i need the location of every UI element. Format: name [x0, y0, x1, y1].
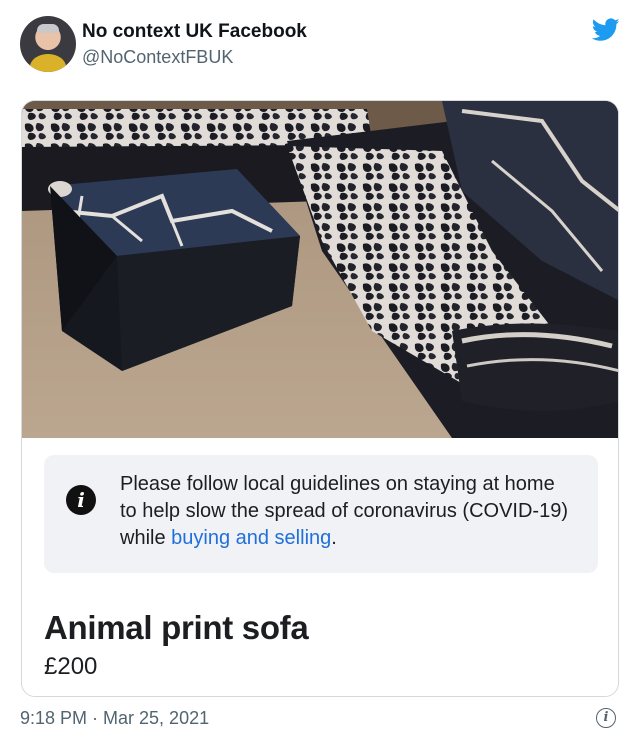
listing-price: £200	[44, 653, 98, 680]
tweet-timestamp[interactable]: 9:18 PM · Mar 25, 2021	[20, 708, 209, 729]
buying-selling-link[interactable]: buying and selling	[171, 527, 331, 549]
notice-end: .	[331, 527, 337, 549]
avatar[interactable]	[20, 16, 76, 72]
covid-notice: i Please follow local guidelines on stay…	[44, 455, 598, 573]
listing-title: Animal print sofa	[44, 609, 309, 646]
twitter-bird-icon[interactable]	[592, 18, 620, 42]
sofa-photo-illustration	[22, 101, 618, 438]
user-handle[interactable]: @NoContextFBUK	[82, 47, 233, 68]
notice-text: Please follow local guidelines on stayin…	[120, 471, 576, 552]
info-circle-icon[interactable]: i	[596, 708, 616, 728]
listing-photo[interactable]	[22, 101, 618, 438]
display-name[interactable]: No context UK Facebook	[82, 21, 307, 43]
info-icon: i	[66, 485, 96, 515]
tweet-header: No context UK Facebook @NoContextFBUK	[20, 16, 620, 74]
marketplace-listing-card[interactable]: i Please follow local guidelines on stay…	[21, 100, 619, 697]
tweet-footer: 9:18 PM · Mar 25, 2021 i	[20, 708, 620, 732]
